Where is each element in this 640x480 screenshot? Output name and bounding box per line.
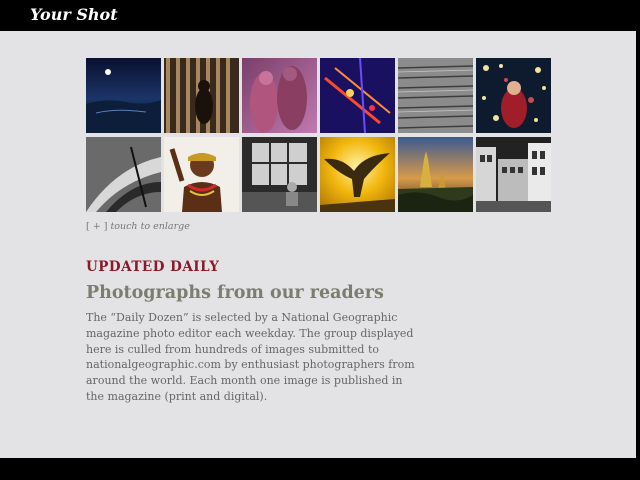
photo-thumbnail-aerial-crowd[interactable] bbox=[398, 58, 473, 133]
bottom-bar bbox=[0, 458, 640, 480]
main-content: [ + ] touch to enlarge UPDATED DAILY Pho… bbox=[0, 31, 636, 458]
photo-thumbnail-child-with-lights[interactable] bbox=[476, 58, 551, 133]
section-kicker: UPDATED DAILY bbox=[86, 259, 220, 275]
top-bar: Your Shot bbox=[0, 0, 640, 31]
photo-thumbnail-ride-lights-night[interactable] bbox=[320, 58, 395, 133]
photo-thumbnail-temple-sunset[interactable] bbox=[398, 137, 473, 212]
enlarge-hint-text: touch to enlarge bbox=[110, 221, 190, 232]
photo-thumbnail-eagle-yellow-sky[interactable] bbox=[320, 137, 395, 212]
photo-thumbnail-bw-street-buildings[interactable] bbox=[476, 137, 551, 212]
photo-thumbnail-women-colored-powder[interactable] bbox=[242, 58, 317, 133]
photo-thumbnail-bw-plant-leaves[interactable] bbox=[86, 137, 161, 212]
enlarge-hint: [ + ] touch to enlarge bbox=[86, 221, 190, 232]
photo-thumbnail-african-girl-beads[interactable] bbox=[164, 137, 239, 212]
section-description: The “Daily Dozen” is selected by a Natio… bbox=[86, 311, 415, 403]
app-title: Your Shot bbox=[30, 5, 118, 24]
photo-thumbnail-moon-over-sea[interactable] bbox=[86, 58, 161, 133]
section-headline: Photographs from our readers bbox=[86, 283, 384, 303]
photo-thumbnail-dog-shadow-stripes[interactable] bbox=[164, 58, 239, 133]
enlarge-plus-icon: [ + ] bbox=[86, 221, 108, 232]
photo-thumbnail-bw-window-person[interactable] bbox=[242, 137, 317, 212]
